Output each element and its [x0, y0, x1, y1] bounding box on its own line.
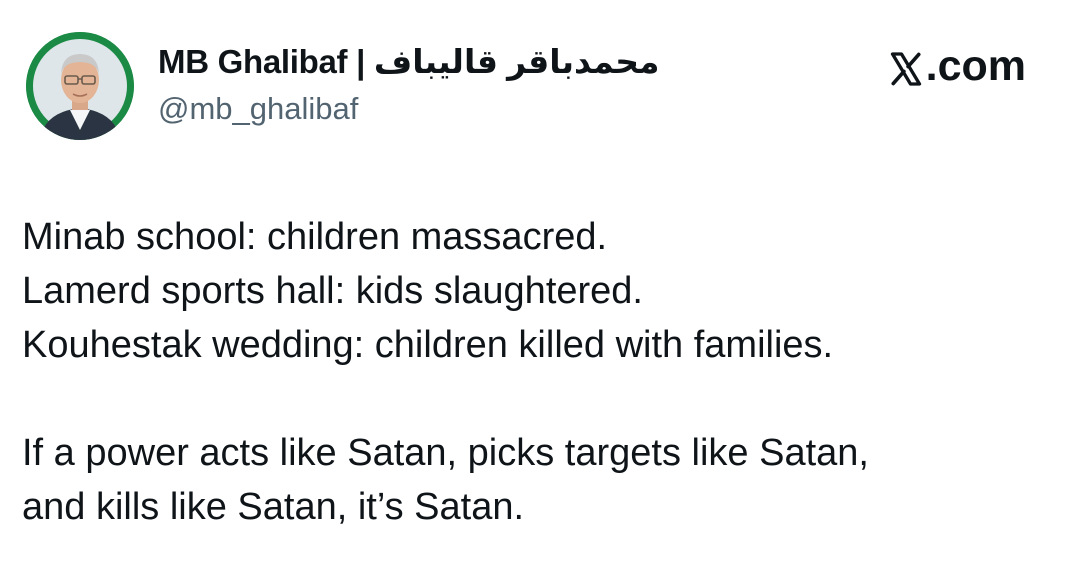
profile-photo-icon [26, 32, 134, 140]
tweet-line: If a power acts like Satan, picks target… [22, 432, 869, 474]
avatar[interactable] [26, 32, 134, 140]
author-display-name[interactable]: MB Ghalibaf | محمدباقر قالیباف [158, 42, 660, 81]
tweet-body: Minab school: children massacred. Lamerd… [22, 210, 1042, 534]
author-handle[interactable]: @mb_ghalibaf [158, 91, 358, 127]
x-brand: .com [888, 42, 1026, 91]
tweet-line: and kills like Satan, it’s Satan. [22, 486, 525, 528]
brand-domain-label: .com [925, 42, 1026, 90]
x-logo-icon [888, 49, 924, 86]
tweet-card: MB Ghalibaf | محمدباقر قالیباف @mb_ghali… [0, 0, 1068, 580]
tweet-line: Lamerd sports hall: kids slaughtered. [22, 270, 643, 312]
tweet-line: Minab school: children massacred. [22, 216, 608, 258]
tweet-line: Kouhestak wedding: children killed with … [22, 324, 834, 366]
